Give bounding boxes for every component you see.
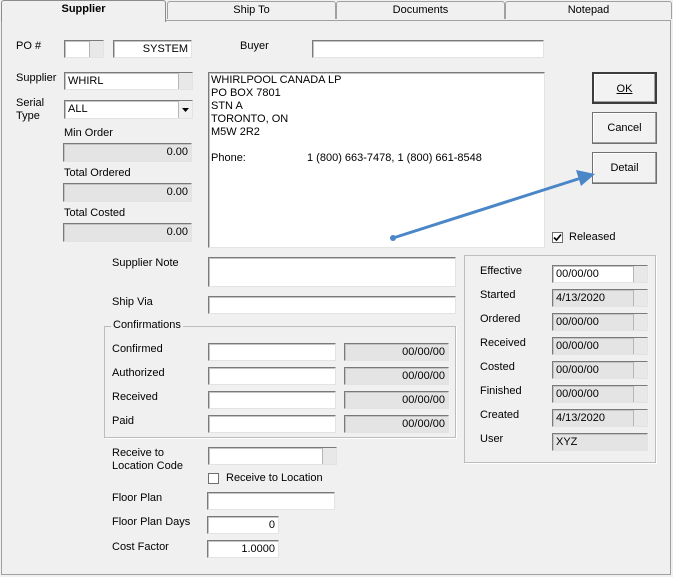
cost-factor-label: Cost Factor <box>112 541 169 553</box>
floor-plan-days-field[interactable]: 0 <box>207 516 279 534</box>
effective-date-field[interactable]: 00/00/00 <box>552 265 648 283</box>
paid-date: 00/00/00 <box>344 415 449 433</box>
supplier-note-label: Supplier Note <box>112 257 179 269</box>
supplier-note-field[interactable] <box>208 257 456 287</box>
user-field: XYZ <box>552 433 648 451</box>
received-field[interactable] <box>208 391 336 409</box>
authorized-label: Authorized <box>112 367 165 379</box>
effective-date-spin[interactable] <box>633 266 647 282</box>
receive-to-location-label: Receive to Location <box>226 472 323 484</box>
confirmed-field[interactable] <box>208 343 336 361</box>
floor-plan-label: Floor Plan <box>112 492 163 504</box>
costed-label: Costed <box>480 361 515 373</box>
started-label: Started <box>480 289 516 301</box>
ordered-label: Ordered <box>480 313 521 325</box>
floor-plan-field[interactable] <box>207 492 335 510</box>
ship-via-label: Ship Via <box>112 296 153 308</box>
paid-field[interactable] <box>208 415 336 433</box>
receive-location-label: Receive to Location Code <box>112 447 183 472</box>
confirmed-date: 00/00/00 <box>344 343 449 361</box>
created-label: Created <box>480 409 520 421</box>
finished-date-field: 00/00/00 <box>552 385 648 403</box>
costed-date-field: 00/00/00 <box>552 361 648 379</box>
effective-label: Effective <box>480 265 522 277</box>
receive-location-field[interactable] <box>208 447 337 465</box>
ordered-date-field: 00/00/00 <box>552 313 648 331</box>
dates-group <box>464 255 656 463</box>
receive-to-location-checkbox[interactable] <box>208 473 219 484</box>
receive-location-lookup-button[interactable] <box>322 448 336 464</box>
received-date: 00/00/00 <box>344 391 449 409</box>
confirmations-title: Confirmations <box>111 319 183 331</box>
started-date-field: 4/13/2020 <box>552 289 648 307</box>
received-date-field: 00/00/00 <box>552 337 648 355</box>
created-date-field: 4/13/2020 <box>552 409 648 427</box>
paid-label: Paid <box>112 415 135 427</box>
user-label: User <box>480 433 504 445</box>
authorized-date: 00/00/00 <box>344 367 449 385</box>
tab-supplier[interactable]: Supplier <box>1 0 166 22</box>
authorized-field[interactable] <box>208 367 336 385</box>
confirmed-label: Confirmed <box>112 343 163 355</box>
ship-via-field[interactable] <box>208 296 456 314</box>
floor-plan-days-label: Floor Plan Days <box>112 516 191 528</box>
received-label: Received <box>112 391 158 403</box>
cost-factor-field[interactable]: 1.0000 <box>207 540 279 558</box>
finished-label: Finished <box>480 385 522 397</box>
received-date-label: Received <box>480 337 526 349</box>
